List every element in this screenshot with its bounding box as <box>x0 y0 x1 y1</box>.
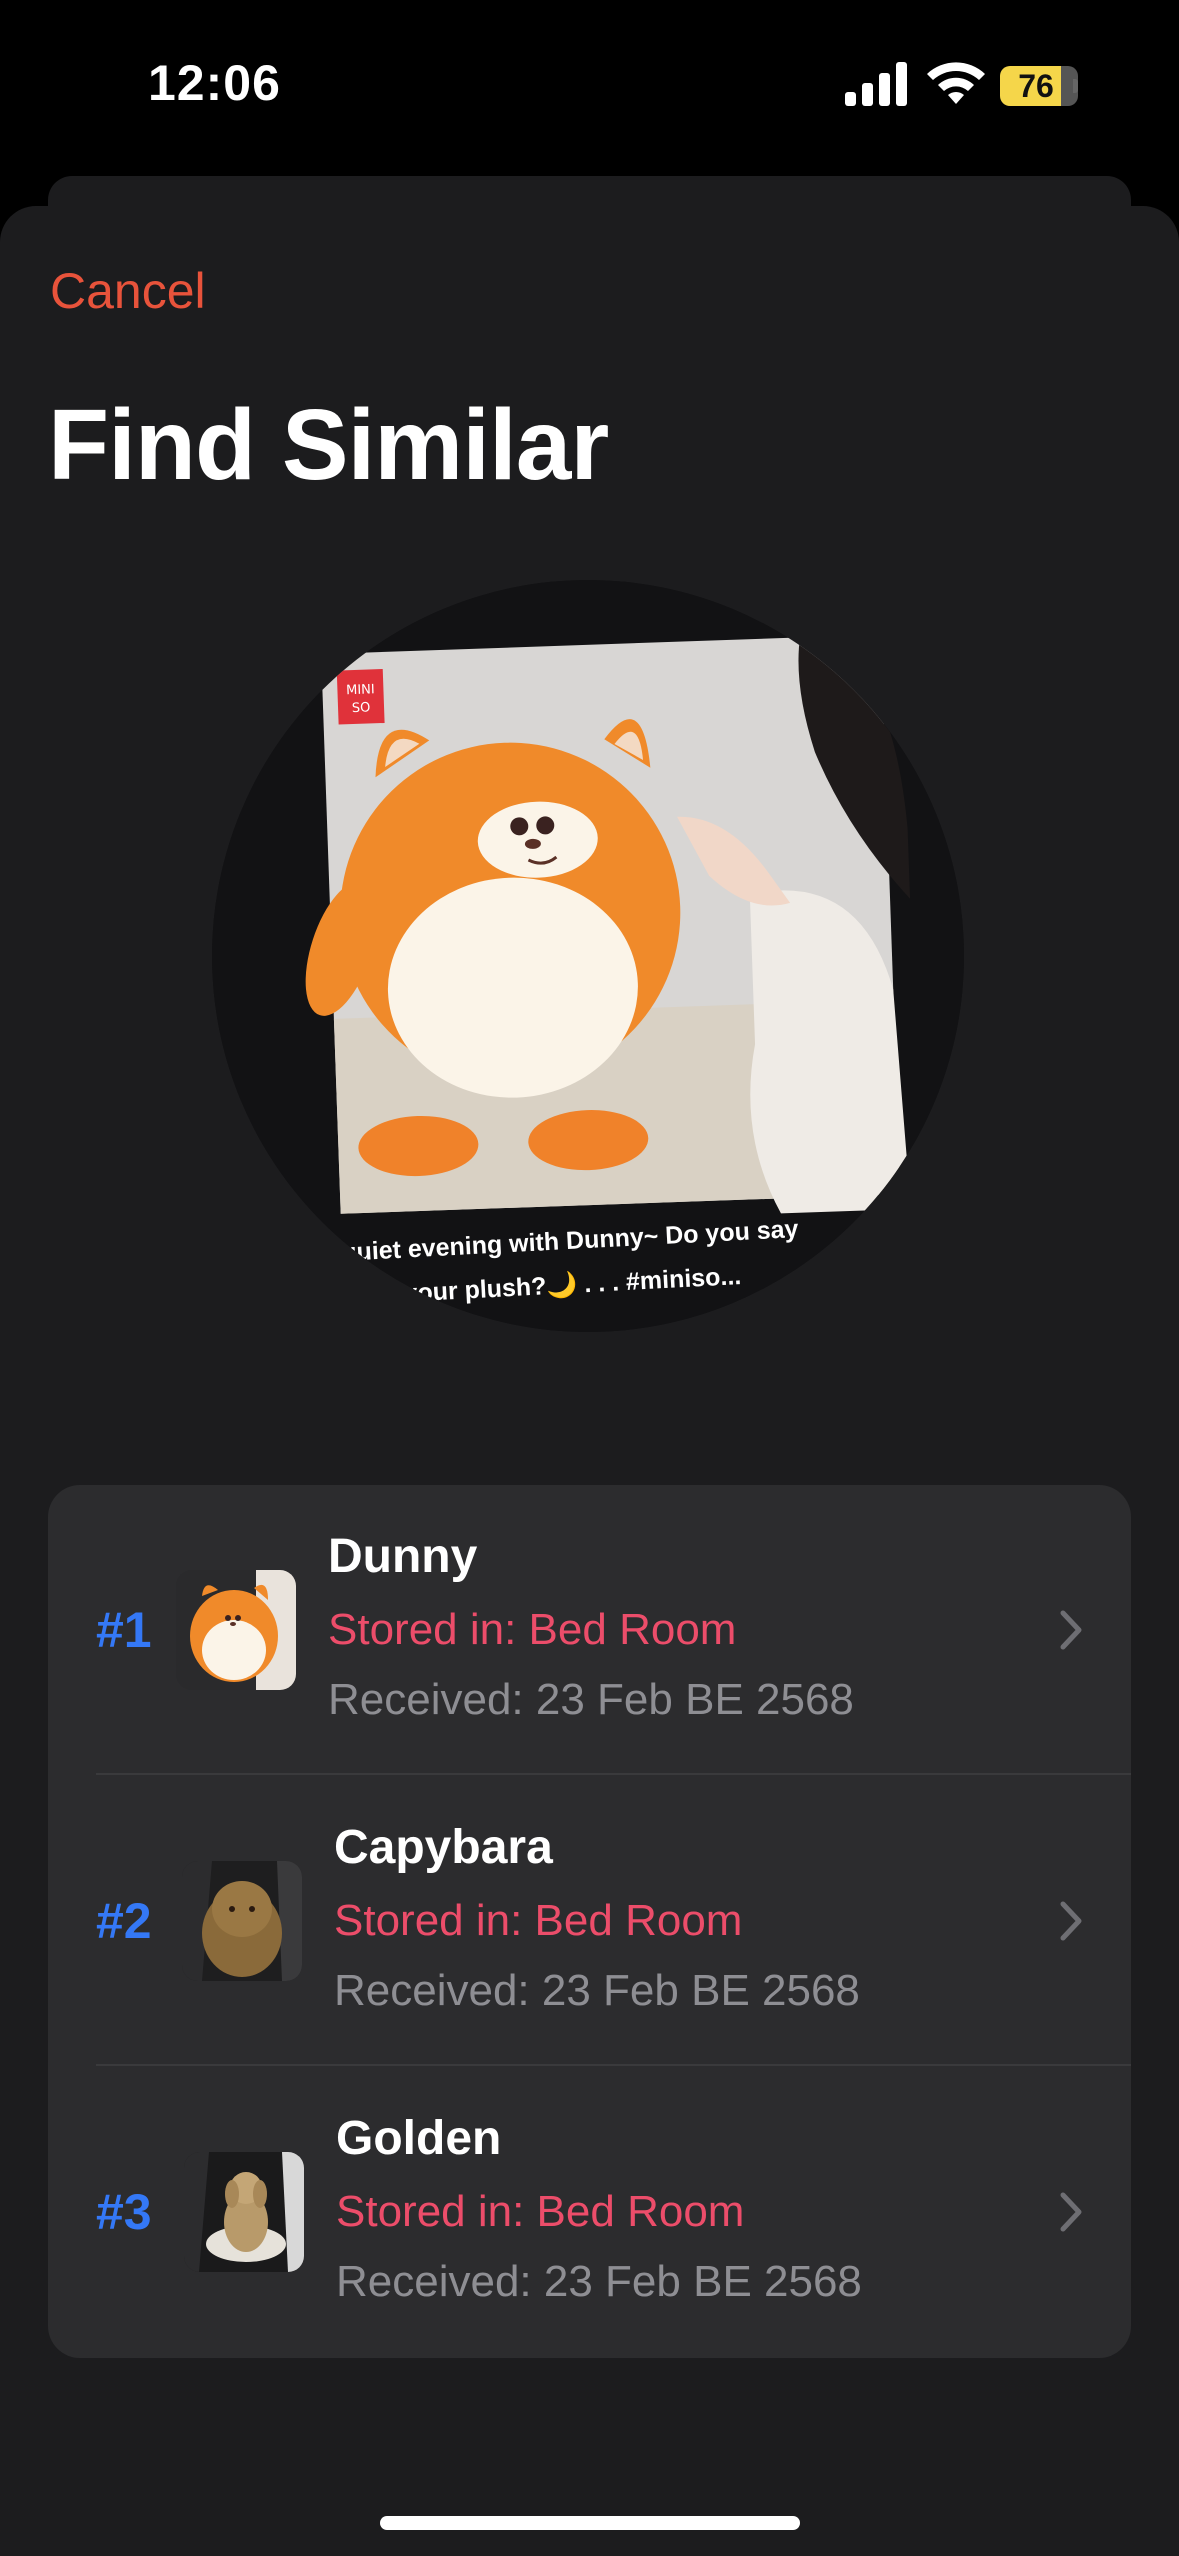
result-row-1[interactable]: #1 Dunny Stored in: Bed Room Received: 2… <box>48 1485 1131 1775</box>
result-name: Golden <box>336 2112 502 2165</box>
cellular-signal-icon <box>845 62 907 106</box>
result-row-3[interactable]: #3 Golden Stored in: Bed Room Received: … <box>48 2067 1131 2357</box>
rank-label: #2 <box>96 1893 152 1949</box>
brand-badge: MINI <box>346 682 375 698</box>
cancel-button[interactable]: Cancel <box>50 262 206 320</box>
home-indicator[interactable] <box>380 2516 800 2530</box>
rank-label: #1 <box>96 1602 152 1658</box>
status-time: 12:06 <box>148 55 281 111</box>
result-row-2[interactable]: #2 Capybara Stored in: Bed Room Received… <box>48 1776 1131 2066</box>
result-received-date: Received: 23 Feb BE 2568 <box>336 2257 862 2306</box>
svg-text:SO: SO <box>352 700 371 716</box>
battery-icon: 76 <box>1000 66 1078 106</box>
results-list: #1 Dunny Stored in: Bed Room Received: 2… <box>48 1485 1131 2358</box>
chevron-right-icon <box>1060 2192 1082 2232</box>
result-name: Capybara <box>334 1821 553 1874</box>
result-stored-location: Stored in: Bed Room <box>336 2187 745 2236</box>
rank-label: #3 <box>96 2184 152 2240</box>
chevron-right-icon <box>1060 1610 1082 1650</box>
wifi-icon <box>927 62 985 104</box>
result-received-date: Received: 23 Feb BE 2568 <box>328 1675 854 1724</box>
chevron-right-icon <box>1060 1901 1082 1941</box>
page-title: Find Similar <box>48 389 609 501</box>
status-bar: 12:06 76 <box>0 0 1179 170</box>
result-name: Dunny <box>328 1530 478 1583</box>
result-thumbnail <box>182 1861 302 1981</box>
result-thumbnail <box>184 2152 304 2272</box>
result-stored-location: Stored in: Bed Room <box>334 1896 743 1945</box>
query-image: MINI SO quiet evening with Dunny~ Do you… <box>212 580 964 1332</box>
result-received-date: Received: 23 Feb BE 2568 <box>334 1966 860 2015</box>
result-thumbnail <box>176 1570 296 1690</box>
result-stored-location: Stored in: Bed Room <box>328 1605 737 1654</box>
battery-level: 76 <box>1018 68 1054 104</box>
